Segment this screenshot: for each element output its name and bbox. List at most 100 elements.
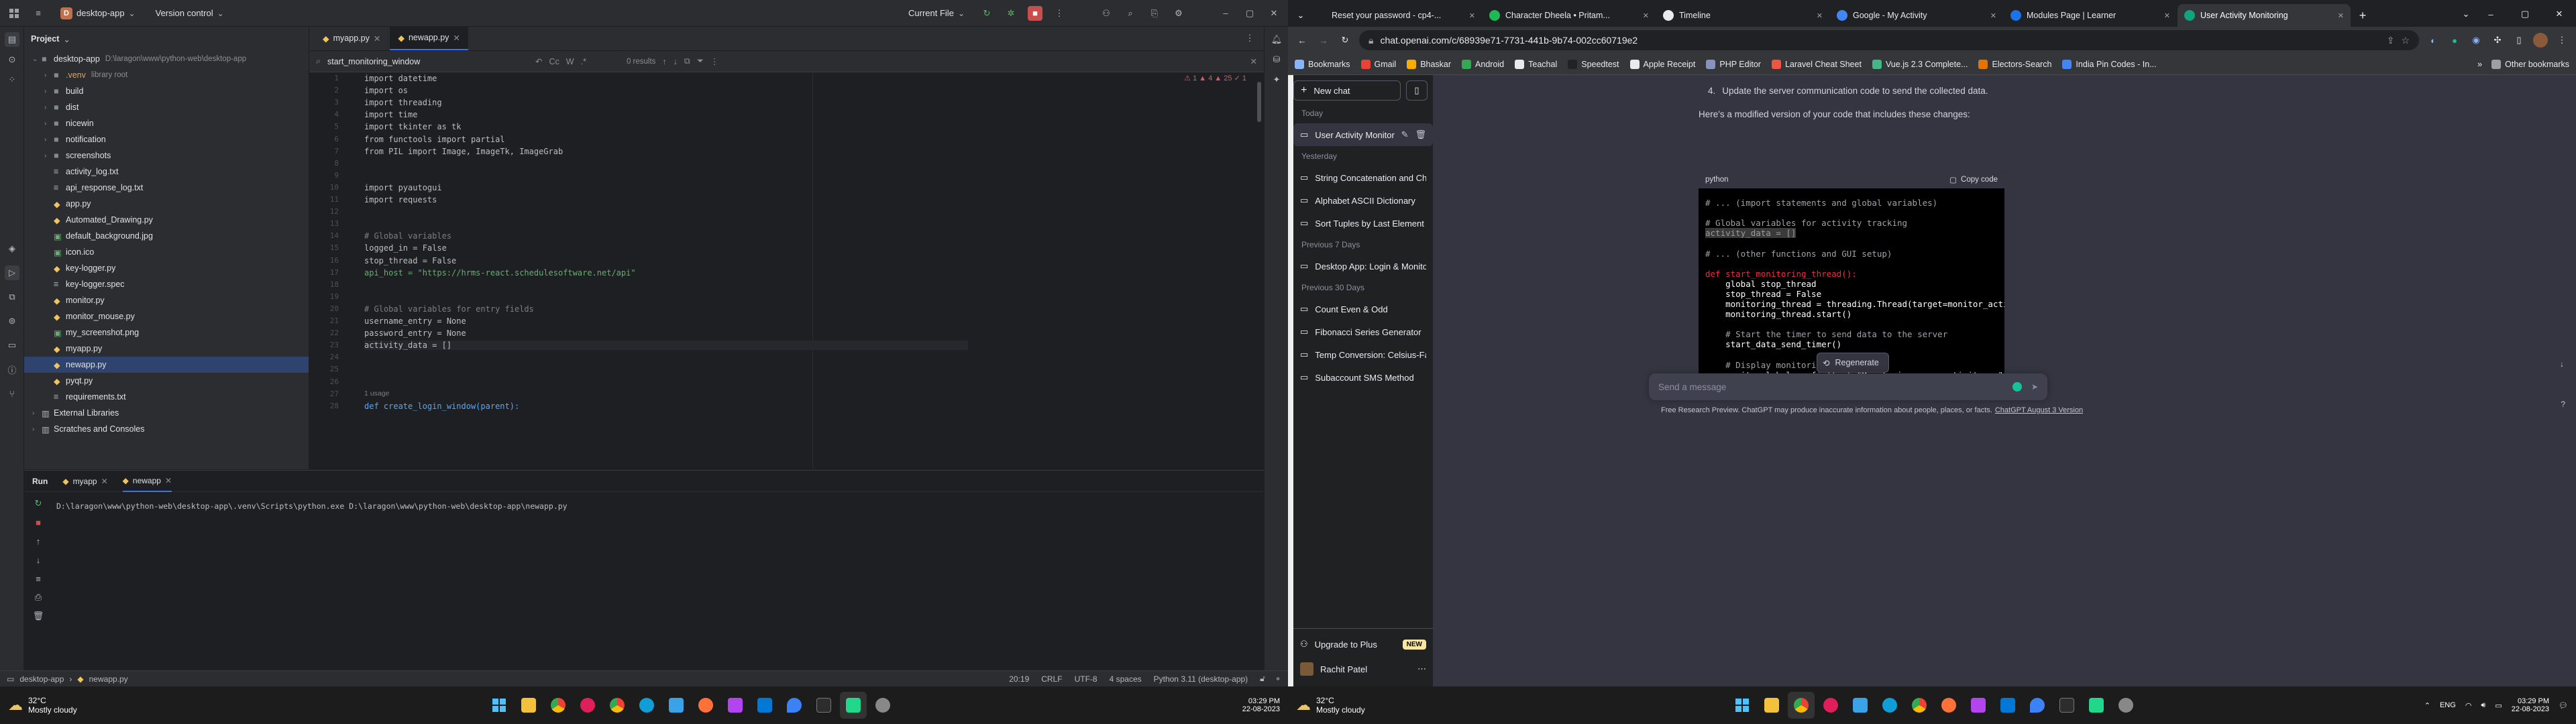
file-explorer-icon[interactable]	[515, 692, 542, 719]
inspection-widget[interactable]: ⚠ 1 ▲ 4 ▲ 25 ✓ 1	[1184, 74, 1246, 82]
close-icon[interactable]: ✕	[1643, 11, 1649, 20]
account-icon[interactable]: ⚇	[1099, 6, 1114, 21]
settings-app-icon[interactable]	[869, 692, 896, 719]
tree-item[interactable]: › ■ build	[24, 83, 309, 99]
match-case-icon[interactable]: Cc	[549, 57, 559, 66]
editor-scrollbar[interactable]	[1257, 82, 1261, 122]
arrow-up-icon[interactable]: ↑	[662, 57, 666, 66]
tree-item[interactable]: ◆ monitor.py	[24, 292, 309, 308]
tree-item[interactable]: ◆ myapp.py	[24, 341, 309, 357]
weather-widget[interactable]: ☁ 32°C Mostly cloudy	[1296, 696, 1444, 715]
tree-item[interactable]: › ▥ External Libraries	[24, 405, 309, 421]
help-icon[interactable]: ?	[2561, 400, 2565, 409]
breadcrumb-file[interactable]: newapp.py	[89, 674, 128, 684]
bookmark-item[interactable]: Laravel Cheat Sheet	[1771, 59, 1862, 69]
close-icon[interactable]: ✕	[1990, 11, 1996, 20]
close-icon[interactable]: ✕	[1817, 11, 1823, 20]
regenerate-button[interactable]: ⟲ Regenerate	[1817, 353, 1889, 373]
problems-icon[interactable]: ⓘ	[5, 362, 19, 377]
terminal-icon[interactable]: ▭	[5, 338, 19, 353]
undo-icon[interactable]: ↶	[535, 56, 542, 66]
chevron-right-icon[interactable]: ›	[44, 72, 54, 79]
browser-tab[interactable]: Character Dheela • Pritam... ✕	[1483, 4, 1656, 27]
debug-icon[interactable]: ✲	[1004, 6, 1018, 21]
pycharm-icon[interactable]	[840, 692, 867, 719]
scroll-down-icon[interactable]: ↓	[2560, 359, 2564, 369]
bookmark-item[interactable]: Apple Receipt	[1629, 59, 1695, 69]
bookmark-item[interactable]: PHP Editor	[1706, 59, 1761, 69]
tab-search-icon[interactable]: ⌄	[1293, 8, 1308, 23]
profile-avatar[interactable]	[2533, 33, 2548, 48]
close-icon[interactable]: ✕	[2164, 11, 2170, 20]
select-all-icon[interactable]: ⧉	[684, 56, 690, 66]
minimize-icon[interactable]: –	[1218, 6, 1233, 21]
bookmark-item[interactable]: Gmail	[1360, 59, 1396, 69]
browser-tab[interactable]: User Activity Monitoring ✕	[2178, 4, 2351, 27]
bookmark-item[interactable]: Electors-Search	[1978, 59, 2051, 69]
copy-code-button[interactable]: ▢ Copy code	[1949, 175, 1998, 184]
search-icon[interactable]: ⌕	[1123, 6, 1138, 21]
chat-history-item[interactable]: ▭ Desktop App: Login & Monitor	[1293, 255, 1433, 278]
project-panel-title[interactable]: Project	[31, 34, 59, 44]
tree-item[interactable]: ⌄ ■ desktop-app D:\laragon\www\python-web\d…	[24, 51, 309, 67]
stop-icon[interactable]: ■	[31, 515, 46, 530]
tree-item[interactable]: ◆ pyqt.py	[24, 373, 309, 389]
bookmark-item[interactable]: Bookmarks	[1295, 59, 1350, 69]
chevron-up-icon[interactable]: ⌃	[2424, 701, 2430, 710]
close-icon[interactable]: ✕	[1469, 11, 1475, 20]
chat-history-item[interactable]: ▭ Count Even & Odd	[1293, 298, 1433, 320]
vcs-selector[interactable]: Version control ⌄	[150, 6, 229, 20]
whole-word-icon[interactable]: W	[566, 57, 574, 66]
wifi-icon[interactable]: ◠	[2465, 701, 2472, 710]
tree-item[interactable]: › ■ nicewin	[24, 115, 309, 131]
bookmark-item[interactable]: Bhaskar	[1407, 59, 1451, 69]
edge-icon[interactable]	[1876, 692, 1903, 719]
edit-icon[interactable]: ✎	[1401, 129, 1409, 140]
forward-icon[interactable]: →	[1316, 33, 1331, 48]
mail-icon[interactable]	[1994, 692, 2021, 719]
services-icon[interactable]: ⧉	[5, 290, 19, 304]
new-chat-button[interactable]: + New chat	[1293, 80, 1401, 101]
file-explorer-icon[interactable]	[1758, 692, 1785, 719]
firefox-icon[interactable]	[692, 692, 719, 719]
tree-item[interactable]: ≡ activity_log.txt	[24, 164, 309, 180]
tree-item[interactable]: ◆ newapp.py	[24, 357, 309, 373]
commit-tool-icon[interactable]: ⊙	[5, 52, 19, 67]
run-config-selector[interactable]: Current File ⌄	[903, 6, 970, 20]
tree-item[interactable]: ▣ icon.ico	[24, 244, 309, 260]
battery-icon[interactable]: ▭	[2495, 701, 2502, 710]
notifications-icon[interactable]: 🔔︎	[1269, 32, 1284, 47]
chrome-icon[interactable]	[545, 692, 572, 719]
settings-gear-icon[interactable]: ⚙	[1171, 6, 1186, 21]
chevron-right-icon[interactable]: ›	[32, 410, 42, 417]
tree-item[interactable]: ≡ api_response_log.txt	[24, 180, 309, 196]
extension-icon[interactable]: ◉	[2469, 33, 2483, 48]
code-editor[interactable]: ⚠ 1 ▲ 4 ▲ 25 ✓ 1 1 import datetime 2 import…	[309, 72, 1264, 469]
rerun-icon[interactable]: ↻	[979, 6, 994, 21]
chrome-profile-icon[interactable]	[604, 692, 631, 719]
chat-history-item[interactable]: ▭ Temp Conversion: Celsius-Fah	[1293, 343, 1433, 366]
close-icon[interactable]: ✕	[1267, 6, 1281, 21]
chevron-down-icon[interactable]: ⌄	[2459, 7, 2473, 21]
rerun-icon[interactable]: ↻	[31, 496, 46, 511]
tab-myapp[interactable]: ◆ myapp.py ✕	[315, 26, 388, 50]
bookmark-item[interactable]: Speedtest	[1568, 59, 1619, 69]
close-icon[interactable]: ✕	[1250, 56, 1257, 66]
start-icon[interactable]	[1729, 692, 1756, 719]
vscode-icon[interactable]	[1847, 692, 1874, 719]
chevron-right-icon[interactable]: »	[2477, 60, 2482, 69]
close-icon[interactable]: ✕	[2338, 11, 2344, 20]
maximize-icon[interactable]: ▢	[1242, 6, 1257, 21]
maps-icon[interactable]	[2024, 692, 2051, 719]
notification-center-icon[interactable]: 💬︎	[2559, 701, 2568, 710]
minimize-icon[interactable]: –	[2483, 7, 2498, 21]
tree-item[interactable]: ▣ default_background.jpg	[24, 228, 309, 244]
chat-history-item[interactable]: ▭ Fibonacci Series Generator	[1293, 320, 1433, 343]
main-menu-icon[interactable]: ≡	[31, 6, 46, 21]
chevron-right-icon[interactable]: ›	[44, 104, 54, 111]
message-input[interactable]: Send a message ➤	[1649, 373, 2047, 400]
volume-icon[interactable]: 🔊︎	[2481, 701, 2485, 710]
chrome-profile-icon[interactable]	[1906, 692, 1933, 719]
terminal-app-icon[interactable]	[2053, 692, 2080, 719]
code-with-me-icon[interactable]: ⎘	[1147, 6, 1162, 21]
